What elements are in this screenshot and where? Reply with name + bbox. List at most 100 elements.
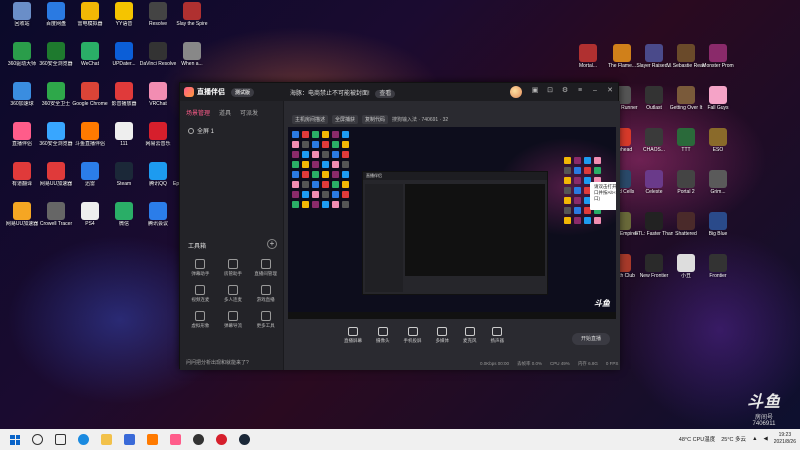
tool-item[interactable]: 弹幕助手 — [184, 259, 217, 277]
source-control[interactable]: 手机投屏 — [404, 327, 422, 344]
tool-item[interactable]: 更多工具 — [249, 311, 282, 329]
desktop-icon[interactable]: Slayer Raised... — [636, 44, 672, 78]
source-control[interactable]: 摄像头 — [376, 327, 390, 344]
weather-widget[interactable]: 25°C 多云 — [721, 435, 746, 443]
cpu-temp[interactable]: 48°C CPU温度 — [679, 435, 715, 443]
tool-item[interactable]: 游戏直播 — [249, 285, 282, 303]
douyu-icon[interactable] — [147, 434, 158, 445]
desktop-icon[interactable]: ESO — [700, 128, 736, 162]
tool-item[interactable]: 虚拟形象 — [184, 311, 217, 329]
minimize-icon[interactable]: – — [591, 87, 599, 95]
desktop-icon[interactable]: UPDater... — [106, 42, 142, 76]
header-pill-2[interactable]: 复制代码 — [362, 115, 389, 124]
tool-item[interactable]: 弹幕导流 — [217, 311, 250, 329]
desktop-icon[interactable]: DaVinci Resolve — [140, 42, 176, 76]
close-icon[interactable]: ✕ — [606, 87, 614, 95]
source-control[interactable]: 直播屏幕 — [344, 327, 362, 344]
task-view-icon[interactable] — [55, 434, 66, 445]
desktop-icon[interactable]: PS4 — [72, 202, 108, 236]
settings-icon[interactable]: ⚙ — [561, 87, 569, 95]
edge-icon[interactable] — [78, 434, 89, 445]
sidebar-tab[interactable]: 场景管理 — [186, 108, 210, 117]
desktop-icon[interactable]: Google Chrome — [72, 82, 108, 116]
desktop-icon[interactable]: New Frontier — [636, 254, 672, 288]
desktop-icon[interactable]: 迅雷 — [72, 162, 108, 196]
source-control[interactable]: 扬声器 — [491, 327, 504, 344]
desktop-icon[interactable]: 111 — [106, 122, 142, 156]
sidebar-tab[interactable]: 道具 — [219, 108, 231, 117]
desktop-icon[interactable]: The Flame... — [604, 44, 640, 78]
source-control[interactable]: 麦克风 — [463, 327, 477, 344]
tool-item[interactable]: 视频连麦 — [184, 285, 217, 303]
desktop-icon[interactable]: Fall Guys — [700, 86, 736, 120]
live-companion-icon[interactable] — [170, 434, 181, 445]
lock-icon[interactable]: ⊡ — [546, 87, 554, 95]
desktop-icon[interactable]: 360安全卫士 — [38, 82, 74, 116]
clock[interactable]: 19:23 2021/8/26 — [774, 432, 796, 446]
steam-icon[interactable] — [239, 434, 250, 445]
desktop-icon[interactable]: 360安全浏览器 — [38, 122, 74, 156]
desktop-icon[interactable]: Monster Prom — [700, 44, 736, 78]
desktop-icon[interactable]: VRChat — [140, 82, 176, 116]
start-live-button[interactable]: 开始直播 — [572, 333, 610, 345]
live-preview[interactable]: 直播伴侣 请双击打开该程序，视频将设定十字准星，选择要放大的窗口并按Alt+Sh… — [288, 127, 616, 319]
desktop-icon[interactable]: 回收站 — [4, 2, 40, 36]
desktop-icon[interactable]: Steam — [106, 162, 142, 196]
header-pill-1[interactable]: 全屏捕获 — [332, 115, 359, 124]
obs-icon[interactable] — [193, 434, 204, 445]
desktop-icon[interactable]: 网易UU加速器 — [38, 162, 74, 196]
desktop-icon[interactable]: When a... — [174, 42, 210, 76]
tool-item[interactable]: 多人连麦 — [217, 285, 250, 303]
desktop-icon[interactable]: Outlast — [636, 86, 672, 120]
desktop-icon[interactable]: Portal 2 — [668, 170, 704, 204]
desktop-icon[interactable]: FTL: Faster Than Light — [635, 212, 673, 246]
desktop-icon[interactable]: 360加速球 — [4, 82, 40, 116]
desktop-icon[interactable]: CHAOS... — [636, 128, 672, 162]
notice-banner[interactable]: 海豚：电商禁止不可能被封面! 查看 — [290, 88, 396, 98]
title-bar[interactable]: 直播伴侣 测试版 海豚：电商禁止不可能被封面! 查看 ▣ ⊡ ⚙ ≡ – ✕ — [180, 83, 618, 101]
add-tool-icon[interactable]: + — [267, 239, 277, 249]
scene-item[interactable]: 全屏 1 — [180, 124, 283, 137]
user-avatar[interactable] — [510, 86, 522, 98]
store-icon[interactable] — [124, 434, 135, 445]
volume-icon[interactable]: ◀ — [764, 436, 768, 442]
desktop-icon[interactable]: 网易UU加速器 — [4, 202, 40, 236]
tool-item[interactable]: 直播间管理 — [249, 259, 282, 277]
desktop-icon[interactable]: 微信 — [106, 202, 142, 236]
desktop-icon[interactable]: 影音播放器 — [106, 82, 142, 116]
desktop-icon[interactable]: WeChat — [72, 42, 108, 76]
sidebar-footer[interactable]: 问问把分析出现和就能来了? — [186, 359, 249, 366]
desktop-icon[interactable]: 雷电模拟器 — [72, 2, 108, 36]
desktop-icon[interactable]: Getting Over It — [668, 86, 704, 120]
desktop-icon[interactable]: 360安全浏览器 — [38, 42, 74, 76]
menu-icon[interactable]: ≡ — [576, 87, 584, 95]
eye-icon[interactable] — [188, 127, 194, 134]
desktop-icon[interactable]: 直播伴侣 — [4, 122, 40, 156]
file-explorer-icon[interactable] — [101, 434, 112, 445]
desktop-icon[interactable]: Celeste — [636, 170, 672, 204]
desktop-icon[interactable]: Resolve — [140, 2, 176, 36]
gift-icon[interactable]: ▣ — [531, 87, 539, 95]
desktop-icon[interactable]: 小丑 — [668, 254, 704, 288]
desktop-icon[interactable]: Mortal... — [570, 44, 606, 78]
desktop-icon[interactable]: Slay the Spire — [174, 2, 210, 36]
notice-action-button[interactable]: 查看 — [375, 90, 396, 98]
header-pill-0[interactable]: 主机房间描述 — [292, 115, 329, 124]
desktop-icon[interactable]: 360驱动大师 — [4, 42, 40, 76]
desktop-icon[interactable]: Frontier — [700, 254, 736, 288]
desktop-icon[interactable]: 网易云音乐 — [140, 122, 176, 156]
desktop-icon[interactable]: 有道翻译 — [4, 162, 40, 196]
start-button[interactable] — [10, 434, 20, 445]
desktop-icon[interactable]: TTT — [668, 128, 704, 162]
desktop-icon[interactable]: YY语音 — [106, 2, 142, 36]
desktop-icon[interactable]: Grim... — [700, 170, 736, 204]
desktop-icon[interactable]: Vi Sebastie Reanimated — [667, 44, 705, 78]
source-control[interactable]: 多媒体 — [436, 327, 449, 344]
tool-item[interactable]: 房管助手 — [217, 259, 250, 277]
desktop-icon[interactable]: Big Blue — [700, 212, 736, 246]
desktop-icon[interactable]: 百度网盘 — [38, 2, 74, 36]
desktop-icon[interactable]: 腾讯会议 — [140, 202, 176, 236]
network-icon[interactable]: ▲ — [752, 436, 757, 442]
search-icon[interactable] — [32, 434, 43, 445]
sidebar-tab[interactable]: 可派发 — [240, 108, 258, 117]
